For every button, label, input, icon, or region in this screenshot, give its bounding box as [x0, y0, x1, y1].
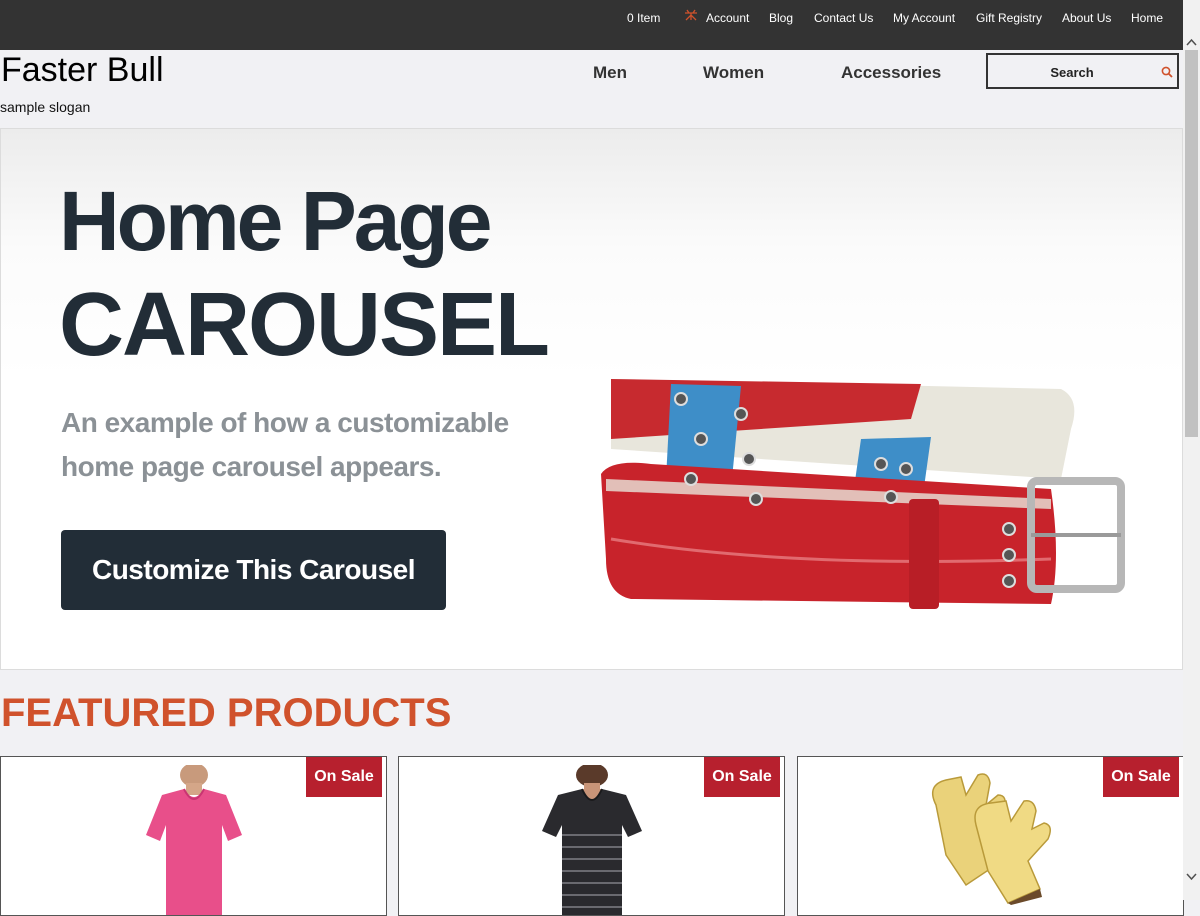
top-utility-bar: 0 Item Account Blog Contact Us My Accoun…: [0, 0, 1200, 50]
carousel-title-line1: Home Page: [59, 174, 492, 268]
product-card[interactable]: On Sale: [0, 756, 387, 916]
blog-link[interactable]: Blog: [769, 11, 793, 25]
search-input[interactable]: [990, 57, 1154, 87]
on-sale-badge: On Sale: [704, 757, 780, 797]
contact-us-link[interactable]: Contact Us: [814, 11, 873, 25]
search-icon[interactable]: [1161, 66, 1173, 78]
carousel-title-line2: CAROUSEL: [59, 275, 550, 375]
about-us-link[interactable]: About Us: [1062, 11, 1111, 25]
my-account-link[interactable]: My Account: [893, 11, 955, 25]
carousel-subtitle: An example of how a customizable home pa…: [61, 407, 509, 482]
product-card[interactable]: On Sale: [797, 756, 1184, 916]
belt-image: [601, 379, 1125, 609]
customize-carousel-button[interactable]: Customize This Carousel: [61, 530, 446, 610]
product-card[interactable]: On Sale: [398, 756, 785, 916]
home-link[interactable]: Home: [1131, 11, 1163, 25]
cart-link[interactable]: 0 Item: [627, 11, 660, 25]
brand-logo[interactable]: Faster Bull: [1, 52, 164, 88]
search-box: [986, 53, 1179, 89]
scrollbar-thumb[interactable]: [1185, 50, 1198, 437]
scroll-down-arrow-icon[interactable]: [1186, 872, 1197, 881]
nav-men[interactable]: Men: [593, 63, 627, 83]
home-carousel[interactable]: Home Page CAROUSEL An example of how a c…: [0, 128, 1183, 670]
gift-registry-link[interactable]: Gift Registry: [976, 11, 1042, 25]
scroll-up-arrow-icon[interactable]: [1186, 38, 1197, 47]
striped-tshirt-image[interactable]: [532, 765, 652, 915]
account-link[interactable]: Account: [706, 11, 749, 25]
brand-slogan: sample slogan: [0, 99, 91, 115]
pink-tshirt-image[interactable]: [134, 765, 254, 915]
on-sale-badge: On Sale: [306, 757, 382, 797]
nav-women[interactable]: Women: [703, 63, 764, 83]
on-sale-badge: On Sale: [1103, 757, 1179, 797]
nav-accessories[interactable]: Accessories: [841, 63, 941, 83]
account-icon[interactable]: [684, 9, 698, 21]
featured-products-title: FEATURED PRODUCTS: [1, 691, 452, 735]
work-gloves-image[interactable]: [916, 765, 1066, 905]
